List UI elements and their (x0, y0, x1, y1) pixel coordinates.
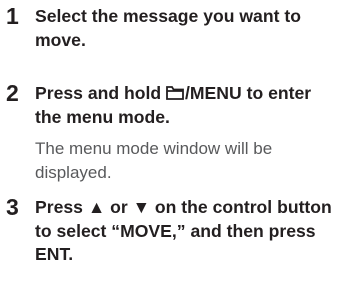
instruction-line: Press ▲ or ▼ on the control button (35, 197, 332, 217)
step-instruction: Press ▲ or ▼ on the control button to se… (35, 196, 357, 267)
note-line: The menu mode window will be (35, 139, 273, 158)
instruction-steps: 1 Select the message you want to move. 2… (0, 0, 362, 281)
note-line: displayed. (35, 162, 112, 182)
instruction-line: ENT. (35, 244, 74, 264)
folder-icon (166, 86, 184, 100)
step-note: The menu mode window will be displayed. (35, 137, 357, 184)
step-number: 1 (6, 3, 19, 29)
instruction-line: Press and hold /MENU to enter (35, 82, 357, 106)
instruction-line: move. (35, 29, 86, 50)
instruction-line: Select the message you want to (35, 6, 301, 26)
instruction-text: /MENU to enter (185, 83, 312, 103)
instruction-text: Press and hold (35, 83, 167, 103)
step-instruction: Select the message you want to move. (35, 5, 357, 52)
step-number: 2 (6, 80, 19, 106)
step-number: 3 (6, 194, 19, 220)
instruction-line: the menu mode. (35, 106, 170, 127)
instruction-line: to select “MOVE,” and then press (35, 220, 316, 241)
step-instruction: Press and hold /MENU to enter the menu m… (35, 82, 357, 129)
